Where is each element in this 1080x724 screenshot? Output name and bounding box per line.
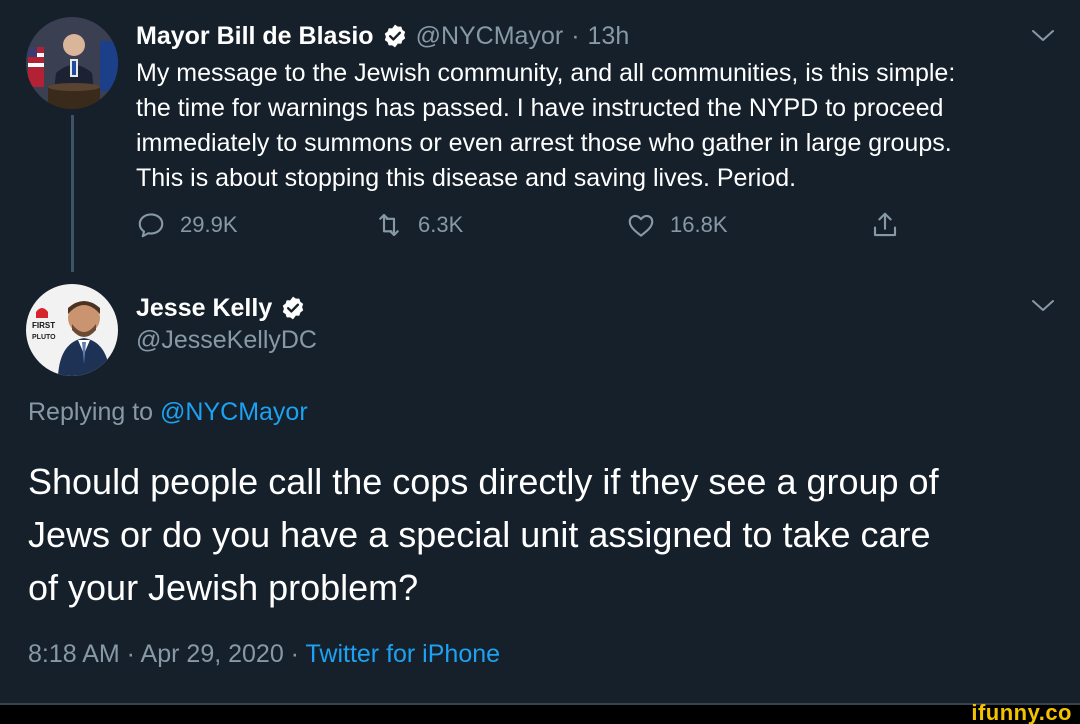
tweet-text-line: of your Jewish problem?: [28, 567, 419, 608]
avatar-brand-text: FIRST: [32, 321, 55, 330]
share-button[interactable]: [870, 210, 900, 240]
thread-connector-line: [71, 115, 74, 272]
retweet-button[interactable]: 6.3K: [374, 210, 463, 240]
avatar-bill-de-blasio[interactable]: [26, 17, 118, 109]
bottom-bar: [0, 705, 1080, 724]
avatar-image: FIRST PLUTO: [26, 284, 118, 376]
reply-icon: [138, 213, 164, 238]
verified-badge-icon: [280, 295, 306, 321]
author-handle[interactable]: @JesseKellyDC: [136, 326, 317, 355]
avatar-brand-text: PLUTO: [32, 334, 56, 341]
reply-tweet-text: Should people call the cops directly if …: [28, 455, 1068, 614]
tweet-text: My message to the Jewish community, and …: [136, 56, 1066, 196]
tweet-meta: 8:18 AM · Apr 29, 2020 · Twitter for iPh…: [28, 640, 500, 669]
retweet-count: 6.3K: [418, 212, 464, 237]
chevron-down-icon[interactable]: [1030, 298, 1056, 314]
separator-dot: ·: [571, 21, 580, 50]
separator-dot: ·: [283, 640, 306, 668]
replying-to-line: Replying to @NYCMayor: [28, 398, 308, 427]
verified-badge-icon: [382, 23, 408, 49]
author-name[interactable]: Jesse Kelly: [136, 294, 272, 323]
avatar-image: [26, 17, 118, 109]
tweet-actions-bar: 29.9K 6.3K 16.8K: [136, 210, 1056, 250]
tweet-text-line: My message to the Jewish community, and …: [136, 59, 956, 87]
like-count: 16.8K: [670, 212, 728, 237]
tweet-text-line: Jews or do you have a special unit assig…: [28, 514, 931, 555]
tweet-text-line: immediately to summons or even arrest th…: [136, 129, 952, 157]
author-name[interactable]: Mayor Bill de Blasio: [136, 22, 374, 51]
avatar-jesse-kelly[interactable]: FIRST PLUTO: [26, 284, 118, 376]
tweet-text-line: This is about stopping this disease and …: [136, 164, 797, 192]
watermark-logo: ifunny.co: [971, 700, 1072, 724]
tweet-text-line: the time for warnings has passed. I have…: [136, 94, 944, 122]
author-handle[interactable]: @NYCMayor: [416, 22, 564, 51]
retweet-icon: [379, 213, 399, 237]
reply-count: 29.9K: [180, 212, 238, 237]
tweet-timestamp[interactable]: 8:18 AM · Apr 29, 2020: [28, 640, 284, 668]
share-icon: [873, 212, 897, 237]
tweet-time-ago[interactable]: 13h: [588, 22, 630, 51]
tweet-client-link[interactable]: Twitter for iPhone: [306, 640, 501, 668]
reply-button[interactable]: 29.9K: [136, 210, 238, 240]
like-button[interactable]: 16.8K: [626, 210, 728, 240]
tweet-text-line: Should people call the cops directly if …: [28, 461, 939, 502]
chevron-down-icon[interactable]: [1030, 28, 1056, 44]
reply-author-row: Jesse Kelly: [136, 290, 306, 326]
like-icon: [628, 214, 654, 237]
tweet-thread-view: Mayor Bill de Blasio @NYCMayor · 13h My …: [0, 0, 1080, 724]
replying-to-link[interactable]: @NYCMayor: [160, 398, 308, 426]
replying-to-prefix: Replying to: [28, 398, 154, 426]
tweet-header: Mayor Bill de Blasio @NYCMayor · 13h: [136, 18, 629, 54]
